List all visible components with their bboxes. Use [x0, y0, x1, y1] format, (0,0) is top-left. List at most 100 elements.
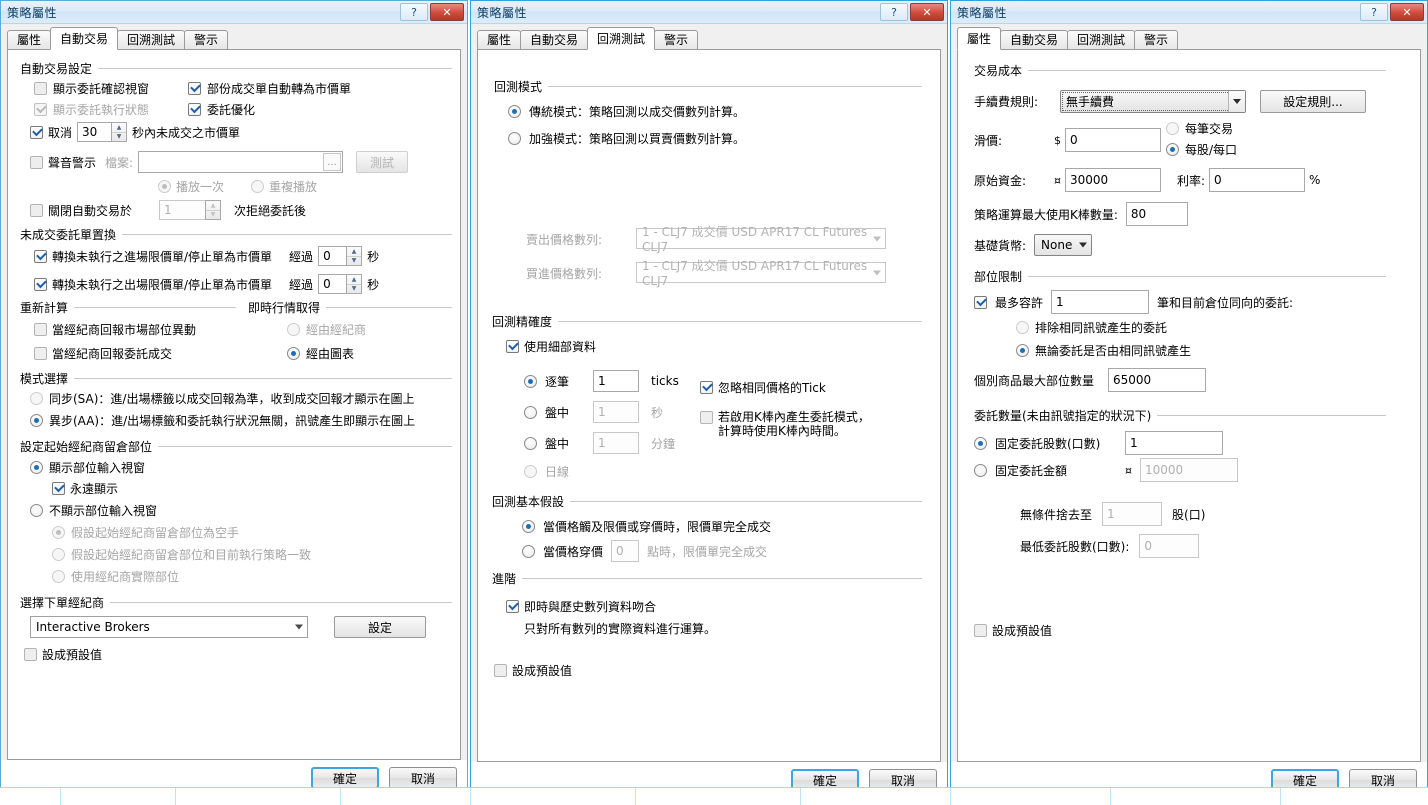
help-button[interactable]: ? [1360, 3, 1388, 21]
stepper-down-icon[interactable]: ▼ [206, 211, 220, 220]
checkbox-box[interactable] [34, 249, 47, 263]
tab-properties[interactable]: 屬性 [477, 30, 522, 49]
checkbox-partial-fill-to-market[interactable]: 部份成交單自動轉為市價單 [188, 80, 351, 97]
disable-auto-trade-row[interactable]: 關閉自動交易於 ▲▼ 次拒絕委託後 [30, 200, 306, 220]
bid-series-combobox[interactable]: 1 - CLJ7 成交價 USD APR17 CL Futures CLJ7 [636, 259, 886, 288]
radio-dot[interactable] [30, 414, 43, 427]
commission-rule-combobox[interactable]: 無手續費 [1060, 90, 1246, 113]
radio-mode-aa[interactable]: 異步(AA)：進/出場標籤和委託執行狀況無關，訊號產生即顯示在圖上 [30, 412, 415, 429]
checkbox-box[interactable] [30, 125, 43, 139]
stepper-buttons[interactable]: ▲ ▼ [205, 200, 222, 220]
checkbox-order-optimize[interactable]: 委託優化 [188, 101, 255, 118]
radio-dot[interactable] [30, 461, 43, 474]
radio-dot[interactable] [508, 132, 521, 145]
checkbox-box[interactable] [52, 482, 65, 495]
radio-dot[interactable] [1166, 122, 1179, 135]
radio-dot[interactable] [30, 392, 43, 405]
radio-quote-via-broker[interactable]: 經由經紀商 [287, 321, 366, 338]
convert-entry-stepper[interactable]: ▲▼ [318, 246, 363, 266]
tab-alerts[interactable]: 警示 [1134, 30, 1179, 49]
close-button[interactable]: ✕ [910, 3, 944, 21]
stepper-up-icon[interactable]: ▲ [347, 247, 362, 257]
browse-file-button[interactable]: ... [323, 153, 342, 171]
radio-assume-flat[interactable]: 假設起始經紀商留倉部位為空手 [52, 524, 239, 541]
checkbox-box[interactable] [34, 82, 47, 95]
sound-alert-row[interactable]: 聲音警示 檔案: ... 測試 [30, 151, 409, 173]
radio-dot[interactable] [30, 504, 43, 517]
radio-daily-option[interactable]: 日線 [524, 463, 569, 480]
tab-alerts[interactable]: 警示 [184, 30, 229, 49]
max-position-input[interactable] [1108, 368, 1207, 392]
minute-value-input[interactable] [593, 432, 639, 454]
radio-dot[interactable] [508, 105, 521, 118]
checkbox-recalc-on-position[interactable]: 當經紀商回報市場部位異動 [34, 321, 196, 338]
stepper-down-icon[interactable]: ▼ [347, 285, 361, 294]
checkbox-box[interactable] [30, 203, 43, 217]
titlebar[interactable]: 策略屬性 ? ✕ [951, 1, 1427, 24]
tab-auto-trade[interactable]: 自動交易 [520, 30, 589, 49]
tab-properties[interactable]: 屬性 [7, 30, 52, 49]
reject-count-stepper[interactable]: ▲▼ [159, 200, 222, 220]
tab-backtest[interactable]: 回溯測試 [117, 30, 186, 49]
radio-exclude-same-signal[interactable]: 排除相同訊號產生的委託 [1016, 319, 1167, 336]
radio-dot[interactable] [522, 520, 535, 533]
close-button[interactable]: ✕ [1390, 3, 1424, 21]
test-sound-button[interactable]: 測試 [356, 151, 409, 173]
checkbox-set-default[interactable]: 設成預設值 [24, 646, 102, 663]
radio-dot[interactable] [251, 180, 264, 193]
checkbox-box[interactable] [974, 624, 987, 637]
radio-second-option[interactable]: 盤中 秒 [524, 401, 663, 423]
radio-per-share[interactable]: 每股/每口 [1166, 141, 1237, 158]
radio-assume-touch[interactable]: 當價格觸及限價或穿價時，限價單完全成交 [522, 518, 771, 535]
radio-fixed-amount[interactable]: 固定委託金額 ¤ [974, 458, 1238, 482]
chevron-down-icon[interactable] [1228, 91, 1245, 112]
stepper-buttons[interactable]: ▲ ▼ [346, 274, 363, 294]
stepper-down-icon[interactable]: ▼ [347, 257, 361, 266]
broker-settings-button[interactable]: 設定 [334, 616, 426, 638]
help-button[interactable]: ? [880, 3, 908, 21]
checkbox-use-detail-data[interactable]: 使用細部資料 [506, 338, 596, 355]
radio-assume-through[interactable]: 當價格穿價 點時，限價單完全成交 [522, 540, 767, 562]
checkbox-box[interactable] [188, 103, 201, 116]
stepper-up-icon[interactable]: ▲ [347, 275, 362, 285]
checkbox-box[interactable] [700, 381, 713, 394]
checkbox-set-default[interactable]: 設成預設值 [974, 622, 1052, 639]
radio-dot[interactable] [52, 548, 65, 561]
radio-dot[interactable] [524, 374, 537, 388]
checkbox-match-realtime-history[interactable]: 即時與歷史數列資料吻合 [506, 598, 656, 615]
tab-auto-trade[interactable]: 自動交易 [50, 27, 119, 50]
titlebar[interactable]: 策略屬性 ? ✕ [471, 1, 947, 24]
initial-capital-input[interactable] [1065, 168, 1161, 192]
checkbox-box[interactable] [974, 295, 987, 309]
tick-value-input[interactable] [593, 370, 639, 392]
stepper-buttons[interactable]: ▲ ▼ [111, 122, 128, 142]
radio-regardless-signal[interactable]: 無論委託是否由相同訊號產生 [1016, 342, 1191, 359]
convert-exit-stepper[interactable]: ▲▼ [318, 274, 363, 294]
radio-dot[interactable] [974, 436, 987, 450]
tab-alerts[interactable]: 警示 [654, 30, 699, 49]
radio-dot[interactable] [522, 544, 535, 558]
stepper-up-icon[interactable]: ▲ [206, 201, 221, 211]
stepper-buttons[interactable]: ▲ ▼ [346, 246, 363, 266]
round-down-input[interactable] [1102, 502, 1163, 526]
checkbox-show-order-status[interactable]: 顯示委託執行狀態 [34, 101, 149, 118]
radio-minute-option[interactable]: 盤中 分鐘 [524, 432, 675, 454]
cancel-seconds-stepper[interactable]: ▲▼ [77, 122, 128, 142]
tab-properties[interactable]: 屬性 [957, 27, 1002, 50]
cancel-unfilled-row[interactable]: 取消 ▲▼ 秒內未成交之市價單 [30, 122, 240, 142]
radio-show-position-dialog[interactable]: 顯示部位輸入視窗 [30, 459, 145, 476]
radio-dot[interactable] [1016, 321, 1029, 334]
second-value-input[interactable] [593, 401, 639, 423]
radio-dot[interactable] [524, 405, 537, 419]
checkbox-recalc-on-fill[interactable]: 當經紀商回報委託成交 [34, 345, 172, 362]
checkbox-always-show[interactable]: 永遠顯示 [52, 480, 118, 497]
through-points-input[interactable] [611, 540, 640, 562]
checkbox-box[interactable] [24, 648, 37, 661]
radio-dot[interactable] [52, 526, 65, 539]
convert-exit-row[interactable]: 轉換未執行之出場限價單/停止單為市價單 經過 ▲▼ 秒 [34, 274, 379, 294]
radio-fixed-shares[interactable]: 固定委託股數(口數) [974, 431, 1223, 455]
radio-dot[interactable] [287, 323, 300, 336]
radio-play-repeat[interactable]: 重複播放 [251, 178, 317, 195]
broker-combobox[interactable]: Interactive Brokers [30, 616, 308, 638]
sound-file-input[interactable] [138, 151, 344, 173]
